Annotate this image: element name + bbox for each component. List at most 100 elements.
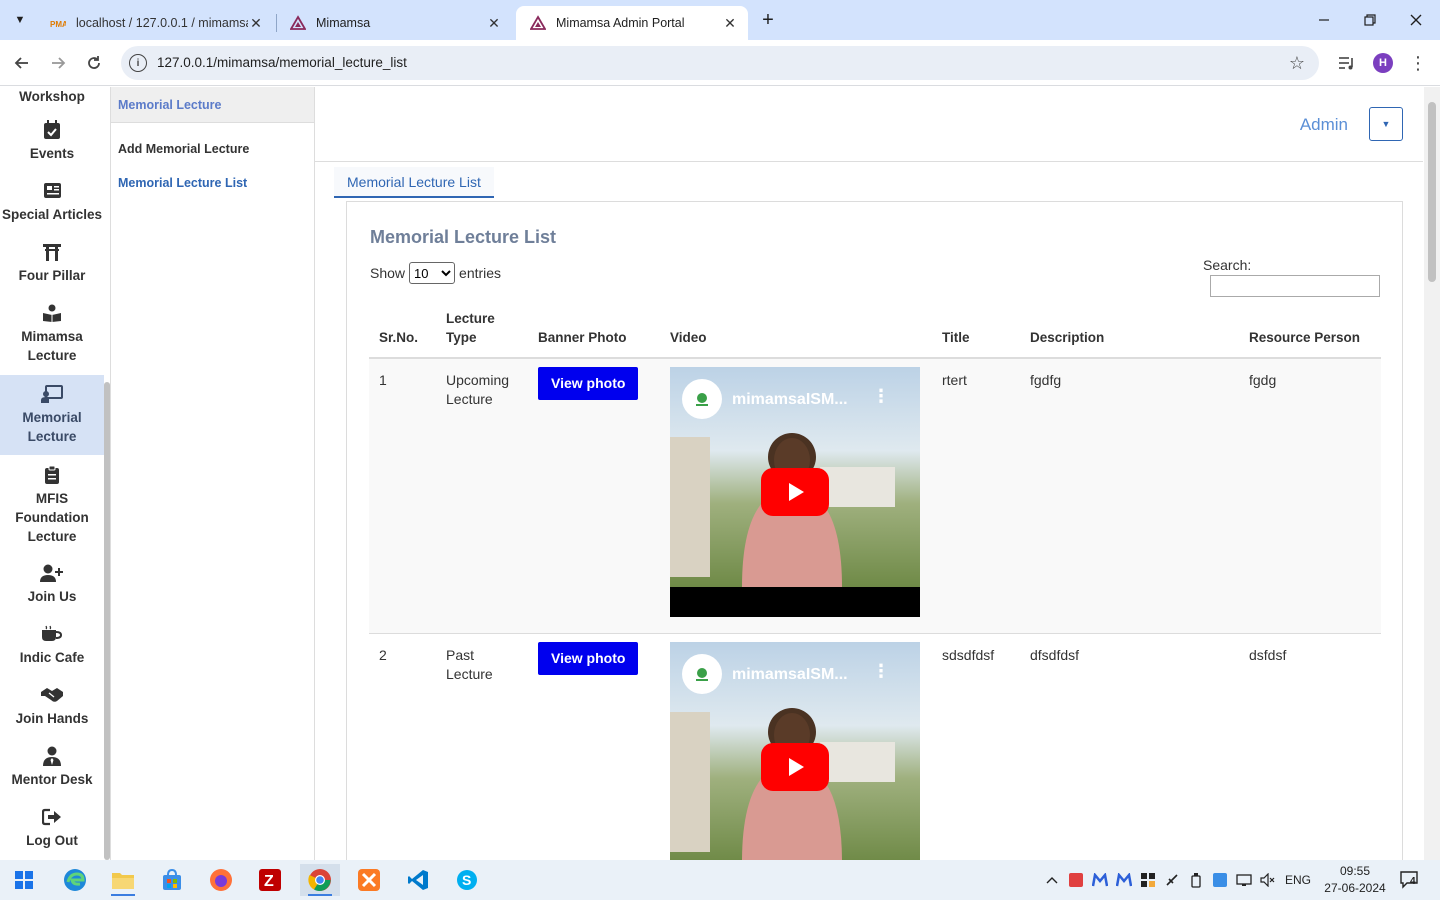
admin-dropdown-toggle[interactable]: ▼ — [1369, 107, 1403, 141]
admin-user-label[interactable]: Admin — [1300, 115, 1348, 135]
mimamsa-icon — [530, 15, 546, 31]
subnav-link-memorial-lecture-list[interactable]: Memorial Lecture List — [118, 176, 247, 190]
close-window-icon[interactable] — [1404, 8, 1428, 32]
entries-select[interactable]: 102550100 — [409, 262, 456, 284]
play-button-icon[interactable] — [761, 468, 829, 516]
sidebar-item-events[interactable]: Events — [0, 120, 104, 178]
card-title: Memorial Lecture List — [370, 227, 557, 247]
site-info-icon[interactable]: i — [129, 54, 147, 72]
column-header[interactable]: Video — [660, 300, 932, 359]
column-header[interactable]: Banner Photo — [528, 300, 660, 359]
column-header[interactable]: Resource Person — [1239, 300, 1381, 359]
volume-muted-icon[interactable] — [1258, 870, 1278, 890]
usb-icon[interactable] — [1186, 870, 1206, 890]
media-controls-icon[interactable] — [1336, 52, 1358, 74]
tab-close-icon[interactable]: ✕ — [486, 15, 502, 31]
store-icon[interactable] — [152, 864, 192, 896]
browser-menu-icon[interactable]: ⋮ — [1408, 52, 1428, 74]
edge-icon[interactable] — [55, 864, 95, 896]
browser-tab-mimamsa[interactable]: Mimamsa ✕ — [276, 6, 512, 40]
address-bar[interactable]: i 127.0.0.1/mimamsa/memorial_lecture_lis… — [121, 46, 1319, 80]
minimize-icon[interactable] — [1312, 8, 1336, 32]
tab-close-icon[interactable]: ✕ — [722, 15, 738, 31]
chrome-icon[interactable] — [300, 864, 340, 896]
sidebar-item-label: Mentor Desk — [11, 772, 93, 787]
sidebar-item-join-hands[interactable]: Join Hands — [0, 685, 104, 743]
sidebar-item-mimamsa-lecture[interactable]: Mimamsa Lecture — [0, 303, 104, 380]
sidebar-item-indic-cafe[interactable]: Indic Cafe — [0, 624, 104, 682]
sidebar-item-memorial-lecture[interactable]: Memorial Lecture — [0, 375, 104, 455]
tab-search-dropdown[interactable]: ▼ — [8, 8, 32, 32]
page-scrollbar[interactable] — [1424, 87, 1440, 860]
firefox-icon[interactable] — [201, 864, 241, 896]
video-title: mimamsaISM... — [732, 391, 848, 408]
sidebar-item-mentor-desk[interactable]: Mentor Desk — [0, 746, 104, 804]
mimamsa-icon — [290, 15, 306, 31]
sidebar-item-special-articles[interactable]: Special Articles — [0, 181, 104, 239]
restore-icon[interactable] — [1358, 8, 1382, 32]
sidebar-item-label: Log Out — [26, 833, 78, 848]
forward-arrow-icon[interactable] — [45, 50, 71, 76]
search-input[interactable] — [1210, 275, 1380, 297]
cell-lecture-type: Past Lecture — [436, 633, 528, 860]
malwarebytes-icon[interactable] — [1114, 870, 1134, 890]
show-hidden-icons-icon[interactable] — [1042, 870, 1062, 890]
admin-app: Workshop Events Special Articles Four Pi… — [0, 87, 1440, 860]
windows-update-icon[interactable] — [1138, 870, 1158, 890]
malwarebytes-icon[interactable] — [1090, 870, 1110, 890]
column-header[interactable]: Title — [932, 300, 1020, 359]
cell-banner-photo: View photo — [528, 358, 660, 634]
cell-video: mimamsaISM... ⋮ — [660, 633, 932, 860]
youtube-video-embed[interactable]: mimamsaISM... ⋮ — [670, 367, 920, 617]
back-arrow-icon[interactable] — [9, 50, 35, 76]
reload-icon[interactable] — [81, 50, 107, 76]
notification-center-icon[interactable]: 4 — [1396, 870, 1424, 890]
column-header[interactable]: Lecture Type — [436, 300, 528, 359]
page-scrollbar-thumb[interactable] — [1428, 102, 1436, 282]
xampp-icon[interactable] — [349, 864, 389, 896]
tab-close-icon[interactable]: ✕ — [248, 15, 264, 31]
new-tab-icon[interactable]: + — [756, 8, 780, 32]
clock-time: 09:55 — [1339, 864, 1371, 878]
sidebar-item-log-out[interactable]: Log Out — [0, 807, 104, 860]
sidebar-item-label: Mimamsa Lecture — [21, 329, 83, 363]
vscode-icon[interactable] — [398, 864, 438, 896]
browser-tab-admin-portal[interactable]: Mimamsa Admin Portal ✕ — [516, 6, 748, 40]
column-header[interactable]: Sr.No. — [369, 300, 436, 359]
network-icon[interactable] — [1234, 870, 1254, 890]
tab-memorial-lecture-list[interactable]: Memorial Lecture List — [334, 167, 494, 198]
bookmark-star-icon[interactable]: ☆ — [1289, 53, 1305, 74]
browser-tab-phpmyadmin[interactable]: PMA localhost / 127.0.0.1 / mimamsa ✕ — [36, 6, 274, 40]
language-indicator[interactable]: ENG — [1284, 870, 1312, 890]
column-header[interactable]: Description — [1020, 300, 1239, 359]
sidebar-item-mfis-foundation-lecture[interactable]: MFIS Foundation Lecture — [0, 465, 104, 561]
tray-app-icon[interactable] — [1066, 870, 1086, 890]
satellite-icon[interactable] — [1162, 870, 1182, 890]
sidebar-item-join-us[interactable]: Join Us — [0, 563, 104, 621]
coffee-icon — [41, 624, 63, 644]
cell-video: mimamsaISM... ⋮ — [660, 358, 932, 634]
view-photo-button[interactable]: View photo — [538, 367, 639, 400]
video-menu-icon[interactable]: ⋮ — [872, 662, 890, 681]
clock[interactable]: 09:55 27-06-2024 — [1315, 863, 1395, 897]
search-label: Search: — [1203, 257, 1252, 273]
file-explorer-icon[interactable] — [103, 864, 143, 896]
filezilla-icon[interactable]: Z — [250, 864, 290, 896]
view-photo-button[interactable]: View photo — [538, 642, 639, 675]
youtube-video-embed[interactable]: mimamsaISM... ⋮ — [670, 642, 920, 860]
profile-avatar[interactable]: H — [1372, 52, 1394, 74]
sidebar-item-four-pillar[interactable]: Four Pillar — [0, 242, 104, 300]
svg-text:S: S — [462, 872, 471, 888]
sidebar-item-workshop[interactable]: Workshop — [0, 87, 104, 110]
play-button-icon[interactable] — [761, 743, 829, 791]
tray-app-icon[interactable] — [1210, 870, 1230, 890]
video-menu-icon[interactable]: ⋮ — [872, 387, 890, 406]
sidebar-item-label: Special Articles — [1, 207, 103, 222]
windows-start-icon[interactable] — [4, 864, 44, 896]
lecture-table: Sr.No. Lecture Type Banner Photo Video T… — [369, 300, 1381, 860]
skype-icon[interactable]: S — [447, 864, 487, 896]
subnav-link-add-memorial-lecture[interactable]: Add Memorial Lecture — [118, 142, 249, 156]
list-card: Memorial Lecture List Show 102550100 ent… — [346, 201, 1403, 860]
cell-sr-no: 1 — [369, 358, 436, 634]
clock-date: 27-06-2024 — [1324, 881, 1386, 895]
